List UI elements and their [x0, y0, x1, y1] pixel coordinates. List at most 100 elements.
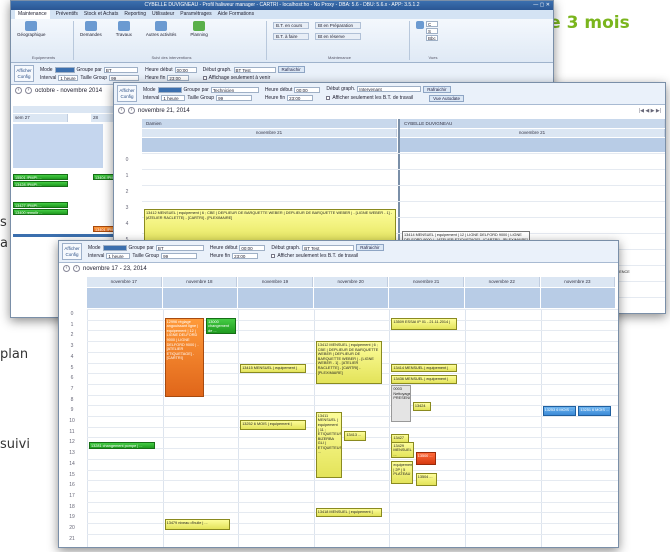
heure-debut-label: Heure début [264, 86, 293, 93]
view-bbc-button[interactable]: Bbc [426, 35, 438, 41]
event-block[interactable]: 12996 réglage angouissant ligne | equipe… [164, 317, 204, 397]
day-header: novembre 21 [142, 129, 397, 137]
heure-fin-select[interactable]: 23:00 [287, 94, 314, 101]
pager-arrows-icon[interactable]: |◀ ◀ ▶ ▶| [639, 108, 661, 114]
event-block[interactable]: 13414 MENSUEL | equipement | [391, 363, 458, 373]
allday-band [142, 138, 397, 152]
planning-button[interactable]: Planning [190, 21, 208, 37]
group-label: Vues [428, 55, 438, 60]
hour-label: 13 [69, 450, 75, 457]
geographique-button[interactable]: Géographique [17, 21, 46, 37]
refresh-button[interactable]: Rafraichir [356, 244, 384, 251]
hour-label: 11 [69, 428, 75, 435]
event-block[interactable]: 13509 ESSAI IP 01 - 21.11.2014 | [391, 317, 458, 331]
event-block[interactable]: 13500 ... [415, 452, 436, 466]
prev-arrow-icon[interactable]: ‹ [118, 107, 125, 114]
interval-select[interactable]: 1 heure [106, 252, 131, 259]
event-block[interactable]: 13428 (PMP) ... [13, 181, 68, 187]
bt-en-cours-button[interactable]: B.T. en cours [273, 22, 309, 29]
tab-parametrages[interactable]: Paramétrages [180, 10, 211, 19]
tab-preventifs[interactable]: Préventifs [56, 10, 78, 19]
taille-select[interactable]: 99 [161, 252, 198, 259]
config-button[interactable]: Afficher Config [14, 65, 34, 82]
refresh-button[interactable]: Rafraichir [423, 85, 451, 93]
autodate-button[interactable]: Vue Autodate [429, 94, 464, 102]
mode-view-icons[interactable] [157, 86, 182, 93]
demandes-button[interactable]: Demandes [80, 21, 102, 37]
prev-arrow-icon[interactable]: ‹ [63, 265, 70, 272]
mode-view-icons[interactable] [54, 66, 75, 73]
event-block[interactable]: 13281 changement pompe | ... [89, 441, 155, 450]
travaux-button[interactable]: Travaux [116, 21, 132, 37]
tab-stock[interactable]: Stock et Achats [84, 10, 118, 19]
config-button[interactable]: Afficher Config [117, 85, 137, 102]
event-block[interactable]: 13415 MENSUEL | equipement | [240, 363, 307, 374]
event-block[interactable]: 13427 (PMP) ... [13, 202, 68, 208]
refresh-button[interactable]: Rafraichir [277, 66, 305, 73]
bg-word-suivi: suivi [0, 437, 30, 452]
bt-reserve-button[interactable]: Bt en réserve [315, 33, 361, 40]
heure-fin-select[interactable]: 23:00 [167, 74, 190, 81]
interval-select[interactable]: 1 heure [58, 74, 79, 81]
tab-reporting[interactable]: Reporting [124, 10, 146, 19]
heure-debut-select[interactable]: 00:00 [239, 244, 266, 251]
allday-band [465, 288, 540, 308]
next-arrow-icon[interactable]: › [128, 107, 135, 114]
heure-debut-select[interactable]: 00:00 [294, 86, 321, 93]
event-block[interactable]: 13504 ... [415, 472, 438, 486]
event-block[interactable]: 13429 MENSUEL ... [391, 441, 415, 458]
debut-graph-select[interactable]: BT Test [302, 244, 355, 251]
hour-label: 18 [69, 503, 75, 510]
heure-fin-select[interactable]: 23:00 [232, 252, 259, 259]
event-block[interactable]: 13412 MENSUEL | equipement | 6 ; CBE | D… [315, 341, 382, 384]
taille-select[interactable]: 99 [216, 94, 253, 101]
config-button[interactable]: Afficher Config [62, 243, 82, 260]
prev-arrow-icon[interactable]: ‹ [15, 87, 22, 94]
tab-aide[interactable]: Aide Formations [218, 10, 254, 19]
event-block[interactable]: 13411 MENSUEL | equipement | 11 ; ETIQUE… [315, 411, 342, 479]
bt-preparation-button[interactable]: Bt en Préparation [315, 22, 361, 29]
event-block[interactable]: 13251 6 MOIS ... [578, 406, 612, 416]
hour-label: 2 [70, 332, 74, 339]
event-block[interactable]: 13253 6 MOIS ... [542, 406, 576, 416]
week-cell: sem 27 [13, 114, 68, 122]
view-s-button[interactable]: S [426, 28, 438, 34]
only-checkbox[interactable] [202, 76, 207, 80]
debut-graph-select[interactable]: Intervenant [357, 86, 422, 92]
view-c-button[interactable]: C [426, 21, 438, 27]
only-checkbox[interactable] [271, 254, 276, 258]
event-block[interactable]: equipement | 2P | 5 PLATEAU [391, 460, 413, 485]
event-block[interactable]: 15501 (PMP) ... [13, 174, 68, 180]
event-block[interactable]: 13424 ... [412, 402, 431, 411]
groupe-select[interactable]: BT [103, 66, 138, 73]
tab-maintenance[interactable]: Maintenance [15, 10, 50, 19]
event-block[interactable]: 13436 MENSUEL | equipement | [391, 375, 458, 384]
window-controls[interactable]: — ▢ ✕ [533, 1, 550, 10]
event-block[interactable]: 13400 remplir ... [13, 209, 68, 215]
autres-activites-button[interactable]: Autres activités [146, 21, 176, 37]
activity-icon [155, 21, 168, 31]
view-icon[interactable] [416, 21, 424, 29]
event-block[interactable]: 13000 changement de ... [206, 317, 237, 334]
mode-view-icons[interactable] [102, 244, 127, 251]
hour-label: 20 [69, 525, 75, 531]
event-block[interactable]: 13479 niveau d'huile | ... [164, 518, 231, 531]
groupe-select[interactable]: Technicien [210, 86, 259, 93]
event-block[interactable]: 13252 6 MOIS | equipement | [240, 420, 307, 430]
groupe-select[interactable]: BT [155, 244, 204, 251]
next-arrow-icon[interactable]: › [25, 87, 32, 94]
hour-label: 5 [70, 364, 74, 371]
next-arrow-icon[interactable]: › [73, 265, 80, 272]
event-block[interactable]: 13413 ... [344, 430, 366, 441]
event-block[interactable]: 13418 MENSUEL | equipement | [315, 508, 382, 517]
debut-graph-select[interactable]: BT Test [233, 66, 276, 73]
event-block[interactable]: 0003 Nettoyage PRESENCE [391, 384, 412, 423]
heure-debut-select[interactable]: 00:00 [174, 66, 197, 73]
bt-a-faire-button[interactable]: B.T. à faire [273, 33, 309, 40]
tab-utilisateur[interactable]: Utilisateur [152, 10, 174, 19]
hour-label: 3 [125, 205, 129, 211]
highlight-block [13, 124, 103, 168]
interval-select[interactable]: 1 heure [161, 94, 186, 101]
only-checkbox[interactable] [326, 96, 331, 100]
taille-select[interactable]: 99 [109, 74, 140, 81]
